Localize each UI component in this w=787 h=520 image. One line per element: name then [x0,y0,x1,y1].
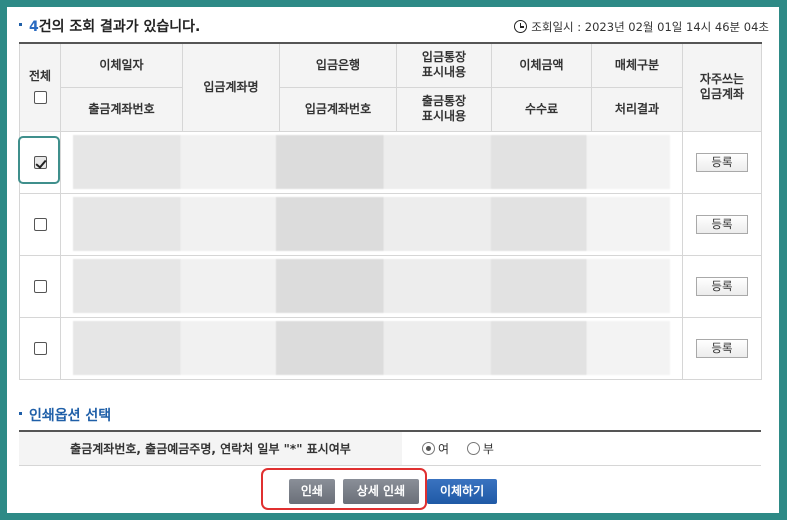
row-checkbox-cell [19,192,61,256]
register-button[interactable]: 등록 [696,276,748,296]
mask-no-radio[interactable] [466,441,480,455]
clock-icon [514,20,528,33]
row-checkbox[interactable] [33,280,47,293]
deposit-account-header: 입금계좌번호 [279,86,397,132]
detail-print-button[interactable]: 상세 인쇄 [342,479,420,504]
table-row: 등록 [19,192,762,256]
register-button[interactable]: 등록 [696,152,748,172]
favorite-cell: 등록 [682,316,762,380]
redacted-row-data [60,254,683,318]
fee-header: 수수료 [491,86,592,132]
action-buttons: 인쇄 상세 인쇄 이체하기 [7,479,779,504]
result-header: 처리결과 [591,86,683,132]
result-title-text: 건의 조회 결과가 있습니다. [38,19,201,35]
register-button[interactable]: 등록 [696,214,748,234]
row-checkbox-cell [19,316,61,380]
bullet-icon [19,22,22,26]
withdraw-memo-header: 출금통장 표시내용 [396,86,492,132]
mask-no-label: 부 [482,441,494,456]
bullet-icon [19,411,22,415]
mask-option-value: 여 부 [402,431,761,466]
table-row: 등록 [19,254,762,318]
result-title: 4건의 조회 결과가 있습니다. [19,19,200,35]
row-checkbox[interactable] [33,156,47,169]
redacted-block [73,135,670,189]
print-button[interactable]: 인쇄 [288,479,335,504]
favorite-cell: 등록 [682,192,762,256]
transfer-result-table: 전체 이체일자 입금계좌명 입금은행 입금통장 표시내용 이체금액 매체구분 자… [19,42,762,380]
deposit-name-header: 입금계좌명 [182,42,280,132]
deposit-memo-header: 입금통장 표시내용 [396,42,492,88]
inquiry-label: 조회일시 : [531,20,585,34]
redacted-row-data [60,316,683,380]
row-checkbox-cell [19,254,61,318]
result-count: 4 [29,19,39,35]
table-row: 등록 [19,130,762,194]
result-header: 4건의 조회 결과가 있습니다. 조회일시 : 2023년 02월 01일 14… [19,17,769,37]
inquiry-datetime: 조회일시 : 2023년 02월 01일 14시 46분 04초 [514,18,769,36]
mask-option-label: 출금계좌번호, 출금예금주명, 연락처 일부 "*" 표시여부 [19,431,402,466]
favorite-header: 자주쓰는 입금계좌 [682,42,762,132]
withdraw-account-header: 출금계좌번호 [60,86,183,132]
mask-yes-label: 여 [438,441,450,456]
amount-header: 이체금액 [491,42,592,88]
register-button[interactable]: 등록 [696,338,748,358]
favorite-cell: 등록 [682,130,762,194]
redacted-row-data [60,192,683,256]
row-checkbox[interactable] [33,342,47,355]
print-options-table: 출금계좌번호, 출금예금주명, 연락처 일부 "*" 표시여부 여 부 [19,430,761,466]
mask-yes-radio[interactable] [422,441,435,455]
table-row: 등록 [19,316,762,380]
row-checkbox[interactable] [33,218,47,231]
print-options-title: 인쇄옵션 선택 [19,406,111,426]
transfer-button[interactable]: 이체하기 [426,479,498,504]
redacted-row-data [60,130,683,194]
inquiry-value: 2023년 02월 01일 14시 46분 04초 [584,20,769,34]
deposit-bank-header: 입금은행 [279,42,397,88]
redacted-block [73,259,670,313]
select-all-header: 전체 [19,42,61,132]
select-all-checkbox[interactable] [33,91,47,105]
media-type-header: 매체구분 [591,42,683,88]
transfer-date-header: 이체일자 [60,42,183,88]
favorite-cell: 등록 [682,254,762,318]
select-all-label: 전체 [28,69,52,84]
result-panel: 4건의 조회 결과가 있습니다. 조회일시 : 2023년 02월 01일 14… [7,7,779,513]
print-options-label: 인쇄옵션 선택 [29,408,112,424]
redacted-block [73,197,670,251]
redacted-block [73,321,670,375]
row-checkbox-cell [19,130,61,194]
